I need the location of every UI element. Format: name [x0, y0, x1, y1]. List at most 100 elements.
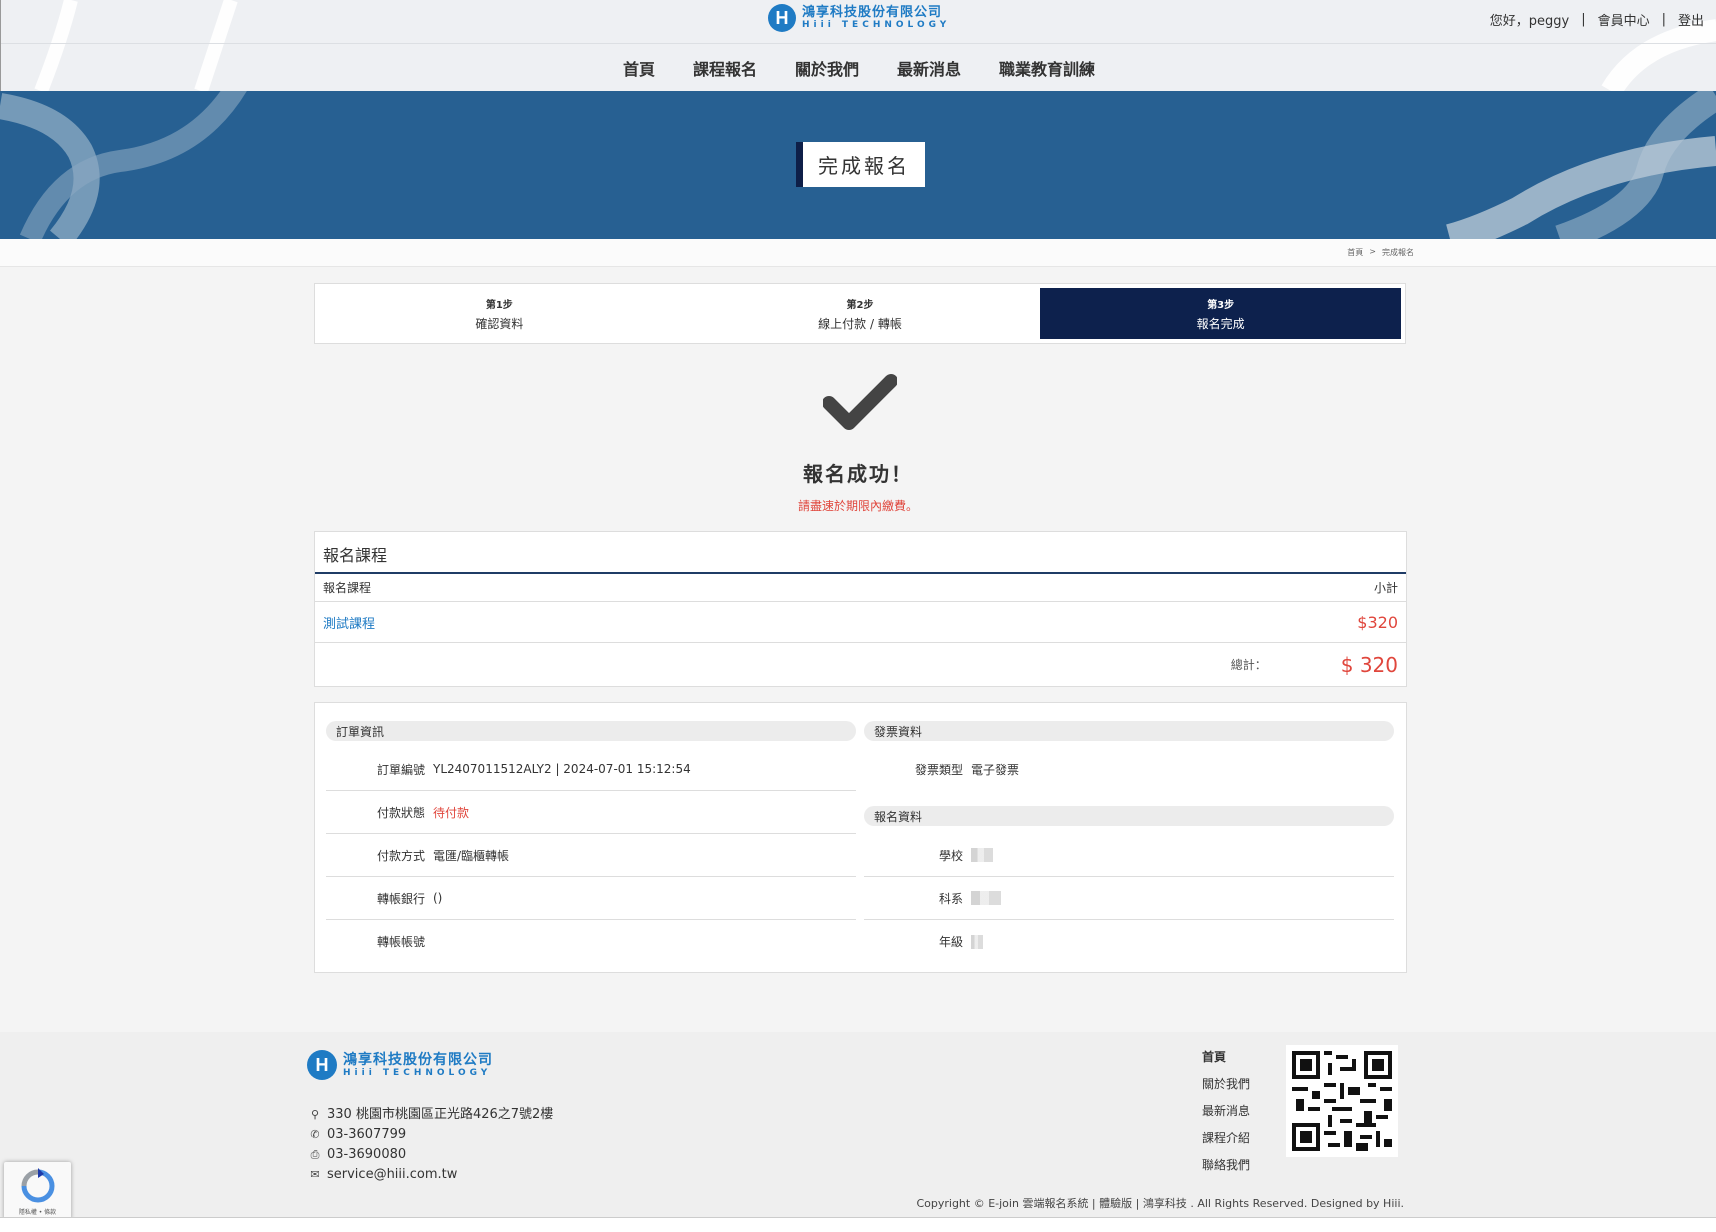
- breadcrumb: 首頁 > 完成報名: [1347, 247, 1414, 258]
- payment-status-label: 付款狀態: [376, 805, 425, 820]
- footer-link-home[interactable]: 首頁: [1202, 1044, 1250, 1071]
- course-total-row: 總計： $ 320: [315, 643, 1406, 686]
- qr-code: [1286, 1045, 1398, 1157]
- footer-link-courses[interactable]: 課程介紹: [1202, 1125, 1250, 1152]
- footer-contacts: ⚲ 330 桃園市桃園區正光路426之7號2樓 ✆ 03-3607799 ⎙ 03-3…: [309, 1105, 553, 1185]
- transfer-account-row: 轉帳帳號: [326, 920, 856, 963]
- recaptcha-icon: [21, 1168, 55, 1203]
- nav-item-home[interactable]: 首頁: [623, 56, 655, 80]
- order-number-row: 訂單編號 YL2407011512ALY2 | 2024-07-01 15:12…: [326, 748, 856, 791]
- email-link[interactable]: service@hiii.com.tw: [327, 1165, 457, 1185]
- course-price: $320: [1357, 612, 1398, 632]
- phone-text: 03-3607799: [327, 1127, 407, 1142]
- school-row: 學校: [864, 834, 1394, 877]
- payment-status-row: 付款狀態 待付款: [326, 791, 856, 834]
- nav-item-about[interactable]: 關於我們: [795, 56, 859, 80]
- breadcrumb-current: 完成報名: [1382, 248, 1414, 257]
- department-label: 科系: [938, 891, 963, 906]
- footer-link-about[interactable]: 關於我們: [1202, 1071, 1250, 1098]
- main-nav: 首頁 課程報名 關於我們 最新消息 職業教育訓練: [1, 56, 1716, 80]
- transfer-bank-label: 轉帳銀行: [376, 891, 425, 906]
- payment-method-row: 付款方式 電匯/臨櫃轉帳: [326, 834, 856, 877]
- breadcrumb-separator: >: [1369, 247, 1376, 256]
- footer-link-news[interactable]: 最新消息: [1202, 1098, 1250, 1125]
- course-section-title: 報名課程: [315, 532, 1406, 574]
- footer-logo[interactable]: H 鴻享科技股份有限公司 Hiii TECHNOLOGY: [307, 1050, 493, 1080]
- page-title: 完成報名: [796, 142, 925, 187]
- registration-section-title: 報名資料: [864, 806, 1394, 826]
- invoice-type-label: 發票類型: [914, 763, 963, 777]
- invoice-section-title: 發票資料: [864, 721, 1394, 741]
- school-label: 學校: [938, 848, 963, 863]
- department-value-redacted: [971, 891, 1001, 906]
- step-1: 第1步 確認資料: [319, 288, 680, 339]
- step-2: 第2步 線上付款 / 轉帳: [680, 288, 1041, 339]
- transfer-account-label: 轉帳帳號: [376, 935, 425, 949]
- order-info-panel: 訂單資訊 訂單編號 YL2407011512ALY2 | 2024-07-01 …: [314, 702, 1407, 973]
- col-course: 報名課程: [323, 581, 372, 595]
- phone-icon: ✆: [310, 1128, 320, 1141]
- course-summary: 報名課程 報名課程 小計 測試課程 $320 總計： $ 320: [314, 531, 1407, 687]
- order-number-value: YL2407011512ALY2 | 2024-07-01 15:12:54: [433, 762, 691, 776]
- bottom-strip: [0, 1217, 1716, 1232]
- top-header: H 鴻享科技股份有限公司 Hiii TECHNOLOGY 您好，peggy | …: [0, 0, 1716, 91]
- grade-value-redacted: [971, 934, 983, 949]
- invoice-type-row: 發票類型 電子發票: [864, 748, 1394, 791]
- payment-reminder: 請盡速於期限內繳費。: [797, 499, 918, 513]
- recaptcha-terms[interactable]: 隱私權 • 條款: [4, 1207, 71, 1216]
- grade-row: 年級: [864, 920, 1394, 963]
- school-value-redacted: [971, 848, 993, 863]
- total-value: $ 320: [1340, 652, 1398, 677]
- logo-company-en: Hiii TECHNOLOGY: [343, 1067, 492, 1078]
- success-title: 報名成功！: [803, 462, 913, 486]
- transfer-bank-value: (): [433, 891, 443, 905]
- payment-method-label: 付款方式: [376, 848, 425, 863]
- nav-item-course-signup[interactable]: 課程報名: [693, 56, 757, 80]
- total-label: 總計：: [1230, 658, 1267, 672]
- step-3-active: 第3步 報名完成: [1040, 288, 1402, 339]
- copyright: Copyright © E-join 雲端報名系統 | 體驗版 | 鴻享科技 .…: [916, 1197, 1404, 1210]
- separator: |: [1581, 12, 1586, 27]
- step-label: 線上付款 / 轉帳: [818, 316, 902, 331]
- breadcrumb-bar: 首頁 > 完成報名: [0, 239, 1716, 267]
- breadcrumb-home[interactable]: 首頁: [1347, 247, 1363, 258]
- progress-steps: 第1步 確認資料 第2步 線上付款 / 轉帳 第3步 報名完成: [314, 283, 1406, 344]
- header-logo[interactable]: H 鴻享科技股份有限公司 Hiii TECHNOLOGY: [768, 4, 950, 32]
- course-table-header: 報名課程 小計: [315, 574, 1406, 602]
- grade-label: 年級: [938, 935, 963, 949]
- col-subtotal: 小計: [1373, 581, 1398, 595]
- table-row: 測試課程 $320: [315, 602, 1406, 643]
- course-name-link[interactable]: 測試課程: [323, 613, 375, 632]
- step-number: 第3步: [1207, 299, 1235, 311]
- logo-h-icon: H: [768, 4, 796, 32]
- order-section-title: 訂單資訊: [326, 721, 856, 741]
- user-links: 您好，peggy | 會員中心 | 登出: [1490, 10, 1704, 29]
- user-greeting: 您好，peggy: [1489, 14, 1570, 29]
- payment-method-value: 電匯/臨櫃轉帳: [433, 848, 510, 863]
- member-center-link[interactable]: 會員中心: [1598, 10, 1650, 29]
- page-banner: 完成報名: [0, 91, 1716, 239]
- footer: H 鴻享科技股份有限公司 Hiii TECHNOLOGY ⚲ 330 桃園市桃園區…: [0, 1032, 1716, 1217]
- step-number: 第1步: [485, 299, 513, 311]
- nav-item-vocational[interactable]: 職業教育訓練: [999, 56, 1095, 80]
- nav-item-news[interactable]: 最新消息: [897, 56, 961, 80]
- step-label: 確認資料: [475, 316, 524, 331]
- logo-company-name: 鴻享科技股份有限公司: [343, 1051, 493, 1068]
- fax-text: 03-3690080: [327, 1147, 407, 1162]
- logo-company-en: Hiii TECHNOLOGY: [802, 20, 951, 30]
- order-number-label: 訂單編號: [376, 762, 425, 777]
- logout-link[interactable]: 登出: [1678, 10, 1704, 29]
- map-pin-icon: ⚲: [310, 1108, 320, 1121]
- transfer-bank-row: 轉帳銀行 (): [326, 877, 856, 920]
- nav-divider: [1, 43, 1716, 44]
- checkmark-icon: [823, 374, 897, 430]
- step-label: 報名完成: [1196, 316, 1245, 331]
- email-icon: ✉: [310, 1168, 320, 1181]
- fax-icon: ⎙: [310, 1148, 320, 1161]
- recaptcha-badge[interactable]: 隱私權 • 條款: [4, 1162, 71, 1220]
- footer-link-contact[interactable]: 聯絡我們: [1202, 1152, 1250, 1179]
- step-number: 第2步: [846, 299, 874, 311]
- logo-h-icon: H: [307, 1050, 337, 1080]
- invoice-type-value: 電子發票: [971, 763, 1020, 777]
- separator: |: [1661, 12, 1666, 27]
